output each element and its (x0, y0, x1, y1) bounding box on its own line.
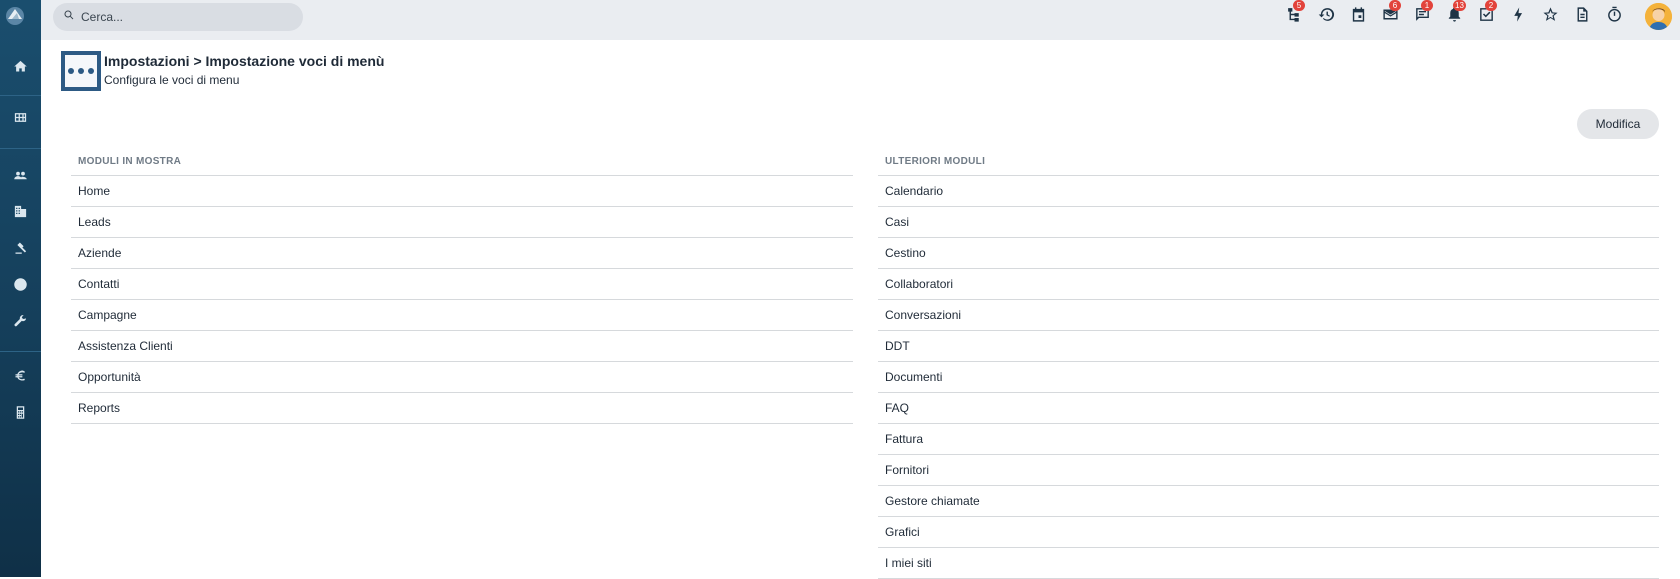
sidebar-item-tools[interactable] (0, 311, 41, 337)
list-item[interactable]: Documenti (878, 362, 1659, 393)
more-options-icon (61, 51, 101, 91)
search-box[interactable] (53, 3, 303, 31)
calendar-icon (1350, 6, 1367, 28)
hierarchy-button[interactable]: 5 (1278, 0, 1310, 30)
mail-button[interactable]: 6 (1374, 0, 1406, 30)
timer-icon (1606, 6, 1623, 28)
list-item[interactable]: Campagne (71, 300, 853, 331)
timer-button[interactable] (1598, 4, 1630, 30)
sidebar-item-auctions[interactable] (0, 237, 41, 263)
sidebar-item-finance[interactable] (0, 365, 41, 391)
search-input[interactable] (81, 10, 281, 24)
document-icon (1574, 6, 1591, 28)
calendar-button[interactable] (1342, 4, 1374, 30)
grid-icon (13, 110, 28, 130)
toolbar-icons: 5 6 1 13 2 (1278, 0, 1630, 30)
list-header: MODULI IN MOSTRA (71, 151, 853, 176)
sidebar-item-calculator[interactable] (0, 402, 41, 428)
user-avatar[interactable] (1645, 3, 1672, 30)
notifications-button[interactable]: 13 (1438, 0, 1470, 30)
gavel-icon (13, 240, 28, 260)
list-item[interactable]: Calendario (878, 176, 1659, 207)
list-item[interactable]: Gestore chiamate (878, 486, 1659, 517)
list-item[interactable]: Opportunità (71, 362, 853, 393)
sidebar-item-web[interactable] (0, 274, 41, 300)
list-item[interactable]: FAQ (878, 393, 1659, 424)
edit-button[interactable]: Modifica (1577, 109, 1659, 139)
tasks-button[interactable]: 2 (1470, 0, 1502, 30)
list-header: ULTERIORI MODULI (878, 151, 1659, 176)
list-item[interactable]: Conversazioni (878, 300, 1659, 331)
sidebar-item-home[interactable] (0, 56, 41, 82)
list-item[interactable]: Contatti (71, 269, 853, 300)
notifications-badge: 13 (1453, 0, 1466, 11)
page-title: Impostazioni > Impostazione voci di menù (104, 53, 385, 69)
euro-icon (13, 368, 28, 388)
users-icon (13, 168, 28, 188)
list-item[interactable]: Reports (71, 393, 853, 424)
star-icon (1542, 6, 1559, 28)
list-item[interactable]: Fattura (878, 424, 1659, 455)
home-icon (13, 59, 28, 79)
list-item[interactable]: Fornitori (878, 455, 1659, 486)
list-item[interactable]: I miei siti (878, 548, 1659, 579)
globe-icon (13, 277, 28, 297)
favorites-button[interactable] (1534, 4, 1566, 30)
sidebar-item-grid[interactable] (0, 107, 41, 133)
list-item[interactable]: Leads (71, 207, 853, 238)
tasks-badge: 2 (1485, 0, 1497, 11)
lightning-icon (1510, 6, 1527, 28)
chat-badge: 1 (1421, 0, 1433, 11)
hierarchy-badge: 5 (1293, 0, 1305, 11)
list-item[interactable]: DDT (878, 331, 1659, 362)
list-item[interactable]: Assistenza Clienti (71, 331, 853, 362)
chat-button[interactable]: 1 (1406, 0, 1438, 30)
app-logo-icon[interactable] (3, 3, 27, 27)
documents-button[interactable] (1566, 4, 1598, 30)
page-subtitle: Configura le voci di menu (104, 73, 240, 87)
sidebar (0, 0, 41, 577)
list-item[interactable]: Aziende (71, 238, 853, 269)
wrench-icon (13, 314, 28, 334)
sidebar-item-users[interactable] (0, 165, 41, 191)
other-modules-list: ULTERIORI MODULI Calendario Casi Cestino… (878, 151, 1659, 579)
history-icon (1318, 6, 1335, 28)
history-button[interactable] (1310, 4, 1342, 30)
top-bar: 5 6 1 13 2 (41, 0, 1680, 40)
sidebar-item-companies[interactable] (0, 201, 41, 227)
list-item[interactable]: Grafici (878, 517, 1659, 548)
quick-actions-button[interactable] (1502, 4, 1534, 30)
list-item[interactable]: Casi (878, 207, 1659, 238)
search-icon (63, 8, 81, 26)
list-item[interactable]: Collaboratori (878, 269, 1659, 300)
calculator-icon (13, 405, 28, 425)
list-item[interactable]: Cestino (878, 238, 1659, 269)
displayed-modules-list: MODULI IN MOSTRA Home Leads Aziende Cont… (71, 151, 853, 424)
mail-badge: 6 (1389, 0, 1401, 11)
list-item[interactable]: Home (71, 176, 853, 207)
building-icon (13, 204, 28, 224)
